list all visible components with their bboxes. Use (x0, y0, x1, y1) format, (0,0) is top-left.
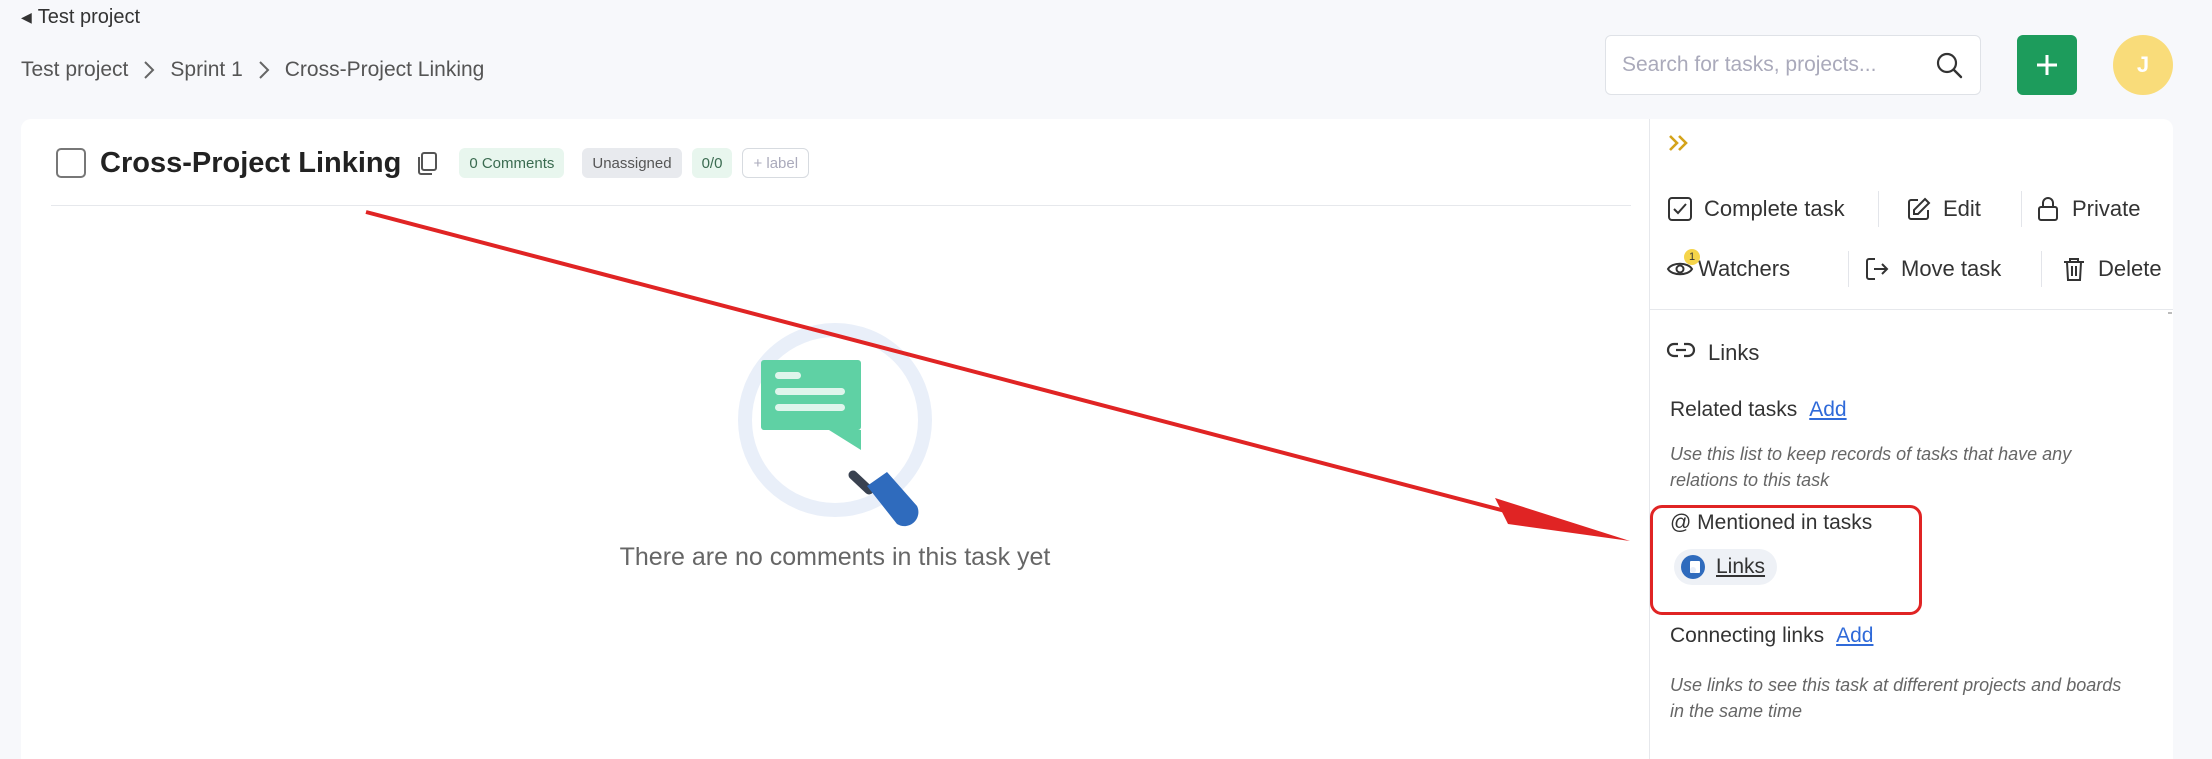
task-complete-checkbox[interactable] (56, 148, 86, 178)
edit-label: Edit (1943, 196, 1981, 221)
checkbox-icon (1666, 195, 1694, 223)
add-label-pill[interactable]: + label (742, 148, 810, 178)
link-icon (1666, 339, 1696, 367)
task-card: Cross-Project Linking 0 Comments Unassig… (21, 119, 2173, 759)
no-comments-text: There are no comments in this task yet (619, 543, 1051, 571)
actions-row-2: 1 Watchers Move task Delete (1650, 239, 2173, 299)
task-sidebar: Complete task Edit Private 1 Watchers Mo… (1649, 119, 2173, 759)
chevron-right-icon (142, 60, 156, 80)
complete-task-label: Complete task (1704, 196, 1845, 221)
annotation-highlight-box (1650, 505, 1922, 615)
task-title[interactable]: Cross-Project Linking (100, 147, 401, 180)
add-related-task-link[interactable]: Add (1809, 398, 1846, 422)
back-link-label: Test project (37, 6, 141, 28)
search-box (1605, 35, 1981, 95)
breadcrumb-item-project[interactable]: Test project (21, 58, 128, 82)
delete-button[interactable]: Delete (2060, 255, 2162, 283)
assignee-pill[interactable]: Unassigned (582, 148, 682, 178)
action-separator (1848, 251, 1849, 287)
links-section-header: Links (1666, 339, 1759, 367)
back-triangle-icon: ◀ (21, 9, 32, 25)
avatar[interactable]: J (2113, 35, 2173, 95)
task-title-row: Cross-Project Linking 0 Comments Unassig… (56, 143, 810, 183)
watchers-count-badge: 1 (1684, 249, 1700, 265)
edit-icon (1905, 195, 1933, 223)
related-tasks-title: Related tasks (1670, 398, 1798, 421)
lock-icon (2034, 195, 2062, 223)
progress-pill[interactable]: 0/0 (691, 148, 733, 178)
double-chevron-right-icon[interactable] (1666, 131, 1694, 157)
no-comments-illustration (711, 300, 981, 560)
connecting-links-header: Connecting links Add (1670, 624, 1873, 648)
connecting-links-hint: Use links to see this task at different … (1670, 675, 2122, 721)
connecting-links-title: Connecting links (1670, 624, 1825, 647)
complete-task-button[interactable]: Complete task (1666, 195, 1876, 223)
move-task-label: Move task (1901, 256, 2002, 281)
actions-row-1: Complete task Edit Private (1650, 179, 2173, 239)
delete-label: Delete (2098, 256, 2162, 281)
add-button[interactable] (2017, 35, 2077, 95)
action-separator (2041, 251, 2042, 287)
edit-button[interactable]: Edit (1905, 195, 2017, 223)
breadcrumb-item-task[interactable]: Cross-Project Linking (285, 58, 485, 82)
scroll-marker (2168, 312, 2172, 314)
watchers-button[interactable]: 1 Watchers (1666, 249, 1836, 283)
links-title: Links (1708, 340, 1760, 365)
breadcrumb-item-sprint[interactable]: Sprint 1 (170, 58, 242, 82)
task-actions: Complete task Edit Private 1 Watchers Mo… (1650, 179, 2173, 299)
search-input[interactable] (1622, 53, 1934, 77)
plus-icon (2037, 55, 2057, 75)
related-tasks-header: Related tasks Add (1670, 398, 1847, 422)
action-separator (2021, 191, 2022, 227)
copy-icon[interactable] (415, 150, 441, 176)
task-main-panel: Cross-Project Linking 0 Comments Unassig… (21, 119, 1649, 759)
add-connecting-link[interactable]: Add (1836, 624, 1873, 648)
related-tasks-hint: Use this list to keep records of tasks t… (1670, 444, 2072, 490)
private-button[interactable]: Private (2034, 195, 2140, 223)
sidebar-divider (1650, 309, 2173, 310)
action-separator (1878, 191, 1879, 227)
trash-icon (2060, 255, 2088, 283)
move-icon (1863, 255, 1891, 283)
move-task-button[interactable]: Move task (1863, 255, 2041, 283)
chevron-right-icon (257, 60, 271, 80)
back-link[interactable]: ◀ Test project (21, 6, 140, 29)
title-divider (51, 205, 1631, 206)
comments-count-pill[interactable]: 0 Comments (459, 148, 565, 178)
breadcrumb: Test project Sprint 1 Cross-Project Link… (21, 58, 484, 82)
private-label: Private (2072, 196, 2141, 221)
watchers-label: Watchers (1698, 256, 1791, 281)
search-icon[interactable] (1934, 50, 1964, 80)
